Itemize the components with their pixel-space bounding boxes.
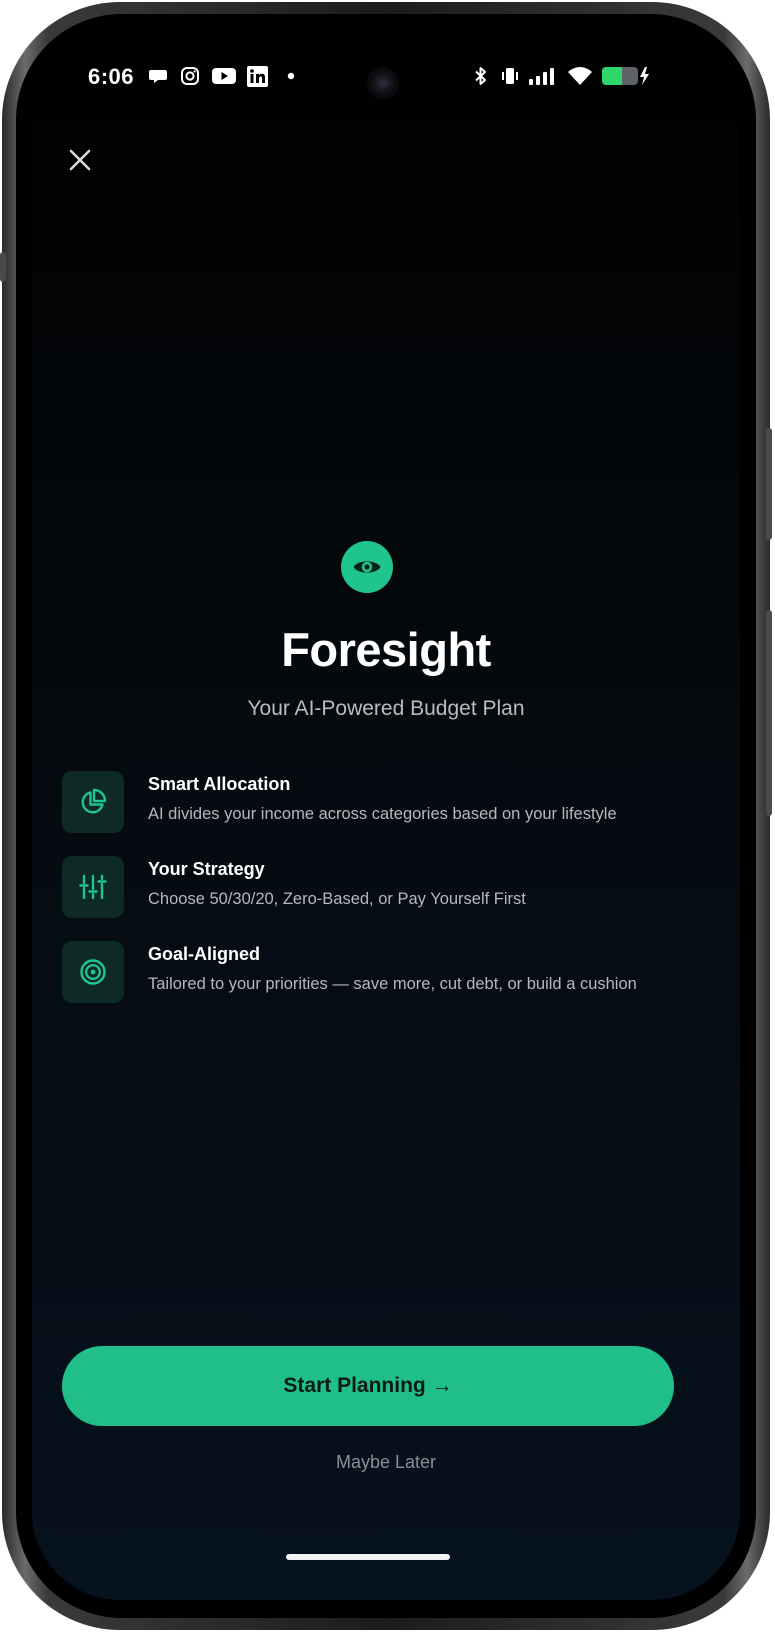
instagram-icon: [179, 64, 201, 88]
linkedin-icon: [246, 64, 268, 88]
chat-bubble-icon: [148, 64, 168, 88]
eye-icon: [353, 561, 381, 573]
youtube-icon: [211, 64, 237, 88]
feature-title: Goal-Aligned: [148, 944, 260, 964]
maybe-later-button[interactable]: Maybe Later: [32, 1452, 740, 1473]
action-button: [0, 252, 6, 282]
feature-title: Smart Allocation: [148, 774, 291, 794]
feature-icon-tile: [62, 771, 124, 833]
power-button: [766, 428, 772, 540]
signal-icon: [528, 64, 560, 88]
feature-your-strategy: Your Strategy Choose 50/30/20, Zero-Base…: [62, 856, 702, 920]
feature-smart-allocation: Smart Allocation AI divides your income …: [62, 771, 702, 835]
screen: 6:06 Foresight Your AI-Powered Budget Pl…: [32, 30, 740, 1600]
wifi-icon: [566, 64, 594, 88]
vibrate-icon: [499, 64, 521, 88]
feature-description: AI divides your income across categories…: [148, 805, 617, 823]
battery-charging-icon: [602, 64, 650, 88]
pie-chart-icon: [81, 788, 107, 814]
close-icon: [69, 149, 91, 171]
start-planning-button[interactable]: Start Planning →: [62, 1346, 674, 1426]
volume-button: [766, 610, 772, 816]
feature-icon-tile: [62, 856, 124, 918]
front-camera: [369, 69, 397, 97]
feature-goal-aligned: Goal-Aligned Tailored to your priorities…: [62, 941, 702, 1005]
feature-description: Choose 50/30/20, Zero-Based, or Pay Your…: [148, 890, 526, 908]
app-title: Foresight: [281, 623, 491, 676]
feature-icon-tile: [62, 941, 124, 1003]
bluetooth-icon: [472, 64, 490, 88]
sliders-icon: [79, 874, 107, 900]
status-bar: 6:06: [32, 30, 740, 130]
home-indicator[interactable]: [286, 1554, 450, 1560]
close-button[interactable]: [64, 144, 96, 176]
status-time: 6:06: [88, 64, 135, 89]
feature-description: Tailored to your priorities — save more,…: [148, 975, 637, 993]
dot-icon: [286, 64, 296, 88]
app-subtitle: Your AI-Powered Budget Plan: [247, 697, 525, 720]
feature-title: Your Strategy: [148, 859, 265, 879]
app-logo: [341, 541, 393, 593]
target-icon: [80, 959, 106, 985]
